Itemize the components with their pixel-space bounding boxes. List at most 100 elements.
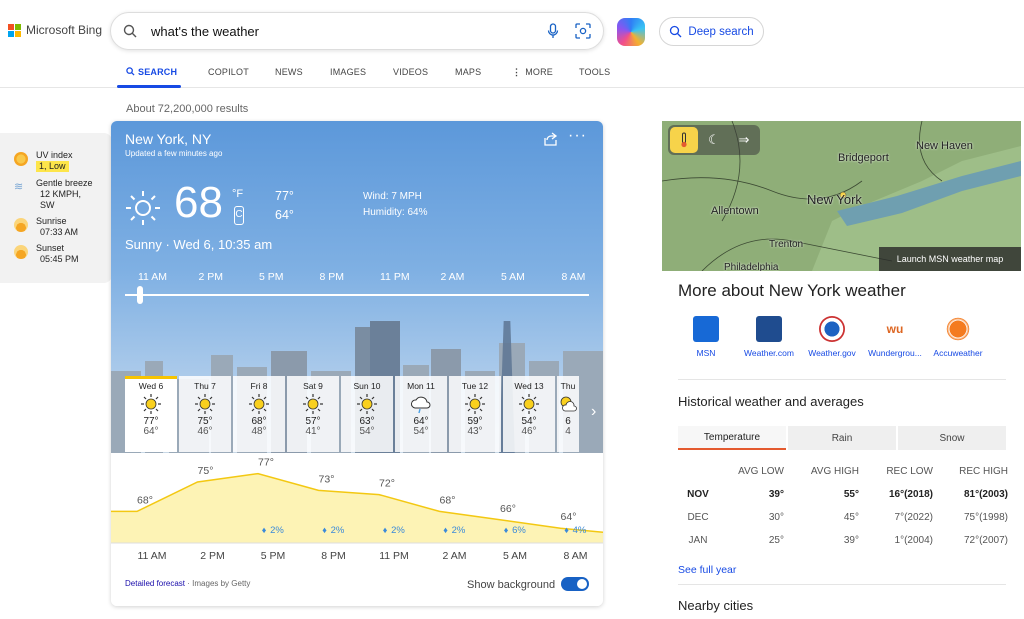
- temp-label: 77°: [258, 457, 274, 469]
- nws-icon: [819, 316, 845, 342]
- historical-title: Historical weather and averages: [678, 394, 864, 409]
- historical-table: AVG LOW AVG HIGH REC LOW REC HIGH NOV 39°…: [678, 460, 1008, 552]
- tab-snow[interactable]: Snow: [898, 426, 1006, 450]
- images-credit: · Images by Getty: [187, 579, 251, 588]
- precip-value: 2%: [391, 525, 405, 536]
- next-days-icon[interactable]: ›: [591, 403, 596, 421]
- forecast-day[interactable]: Sat 9 57° 41°: [287, 376, 339, 452]
- forecast-day[interactable]: Tue 12 59° 43°: [449, 376, 501, 452]
- unit-celsius[interactable]: C: [234, 206, 244, 225]
- forecast-day[interactable]: Wed 6 77° 64°: [125, 376, 177, 452]
- precip-value: 2%: [331, 525, 345, 536]
- copilot-icon[interactable]: [617, 18, 645, 46]
- source-weather-com[interactable]: Weather.com: [734, 316, 804, 358]
- wind-layer-icon[interactable]: ☾: [700, 127, 728, 153]
- humidity: Humidity: 64%: [363, 207, 428, 218]
- hour-label: 2 AM: [443, 550, 467, 562]
- sunset-value: 05:45 PM: [40, 254, 79, 264]
- forecast-day[interactable]: Mon 11 64° 54°: [395, 376, 447, 452]
- hour-slider-track[interactable]: [125, 294, 589, 296]
- microsoft-logo-icon: [8, 23, 21, 37]
- uv-value-badge: 1, Low: [36, 161, 69, 172]
- unit-fahrenheit[interactable]: °F: [232, 188, 243, 200]
- forecast-day[interactable]: Thu 6 4: [557, 376, 579, 452]
- source-weather-gov[interactable]: Weather.gov: [797, 316, 867, 358]
- hour-slider-thumb[interactable]: [137, 286, 143, 304]
- direction-layer-icon[interactable]: ⇒: [730, 127, 758, 153]
- source-msn[interactable]: MSN: [671, 316, 741, 358]
- wunderground-icon: wu: [882, 316, 908, 342]
- forecast-day[interactable]: Thu 7 75° 46°: [179, 376, 231, 452]
- slider-hour-label: 2 PM: [198, 271, 224, 283]
- sunrise-icon: [14, 218, 28, 232]
- day-low: 48°: [251, 426, 267, 437]
- deep-search-label: Deep search: [688, 25, 754, 38]
- tab-rain[interactable]: Rain: [788, 426, 896, 450]
- tab-search[interactable]: SEARCH: [126, 67, 177, 77]
- source-wunderground[interactable]: wu Wundergrou...: [860, 316, 930, 358]
- temp-label: 68°: [137, 494, 153, 506]
- sunrise-item: Sunrise 07:33 AM: [14, 216, 78, 238]
- uv-icon: [14, 152, 28, 166]
- day-low: 43°: [467, 426, 483, 437]
- location[interactable]: New York, NY: [125, 131, 211, 147]
- share-icon[interactable]: [543, 132, 559, 146]
- tab-tools[interactable]: TOOLS: [579, 67, 610, 77]
- wind: Wind: 7 MPH: [363, 191, 422, 202]
- tab-more[interactable]: ⋮ MORE: [512, 67, 553, 78]
- day-low: 41°: [305, 426, 321, 437]
- sunrise-label: Sunrise: [36, 216, 67, 226]
- wind-label: Gentle breeze: [36, 178, 93, 188]
- divider: [678, 379, 1006, 380]
- forecast-day[interactable]: Fri 8 68° 48°: [233, 376, 285, 452]
- header-cell: AVG HIGH: [810, 466, 859, 477]
- sunset-item: Sunset 05:45 PM: [14, 243, 79, 265]
- hour-label: 5 PM: [261, 550, 286, 562]
- forecast-day[interactable]: Wed 13 54° 46°: [503, 376, 555, 452]
- header-cell: REC LOW: [886, 466, 933, 477]
- tab-temperature[interactable]: Temperature: [678, 426, 786, 450]
- search-box[interactable]: what's the weather: [110, 12, 604, 50]
- show-background-toggle[interactable]: [561, 577, 589, 591]
- weather-map[interactable]: Bridgeport New Haven Allentown New York …: [662, 121, 1021, 271]
- slider-hour-label: 11 PM: [380, 271, 410, 283]
- map-label: New Haven: [916, 140, 973, 152]
- sun-icon: [503, 391, 555, 417]
- nearby-cities-title: Nearby cities: [678, 598, 754, 613]
- more-options-icon[interactable]: ···: [568, 127, 587, 145]
- visual-search-icon[interactable]: [575, 23, 591, 39]
- tab-news[interactable]: NEWS: [275, 67, 303, 77]
- slider-hour-label: 8 AM: [561, 271, 586, 283]
- search-query[interactable]: what's the weather: [151, 24, 547, 39]
- microphone-icon[interactable]: [547, 23, 559, 39]
- launch-map-button[interactable]: Launch MSN weather map: [879, 247, 1021, 271]
- weather-card: New York, NY Updated a few minutes ago ·…: [111, 121, 603, 606]
- table-row: DEC 30° 45° 7°(2022) 75°(1998): [687, 512, 1008, 523]
- msn-icon: [693, 316, 719, 342]
- precip-value: 4%: [573, 525, 587, 536]
- temp-label: 66°: [500, 503, 516, 515]
- detailed-forecast-link[interactable]: Detailed forecast: [125, 579, 185, 588]
- wind-value: 12 KMPH, SW: [40, 189, 82, 210]
- tab-videos[interactable]: VIDEOS: [393, 67, 428, 77]
- raindrop-icon: ♦: [564, 525, 569, 535]
- tab-maps[interactable]: MAPS: [455, 67, 481, 77]
- source-accuweather[interactable]: Accuweather: [923, 316, 993, 358]
- divider: [678, 584, 1006, 585]
- day-name: Tue 12: [461, 381, 489, 391]
- accuweather-icon: [945, 316, 971, 342]
- tab-images[interactable]: IMAGES: [330, 67, 366, 77]
- deep-search-button[interactable]: Deep search: [659, 17, 764, 46]
- bing-logo[interactable]: Microsoft Bing: [8, 23, 102, 37]
- sunset-label: Sunset: [36, 243, 65, 253]
- wind-item: ≋ Gentle breeze 12 KMPH, SW: [14, 178, 93, 211]
- day-name: Wed 6: [138, 381, 164, 391]
- forecast-day[interactable]: Sun 10 63° 54°: [341, 376, 393, 452]
- more-title: More about New York weather: [678, 281, 906, 300]
- historical-tabs: Temperature Rain Snow: [678, 426, 1006, 450]
- tab-copilot[interactable]: COPILOT: [208, 67, 249, 77]
- see-full-year-link[interactable]: See full year: [678, 564, 736, 576]
- temperature-layer-icon[interactable]: [670, 127, 698, 153]
- day-name: Thu 7: [194, 381, 216, 391]
- temp-label: 68°: [440, 494, 456, 506]
